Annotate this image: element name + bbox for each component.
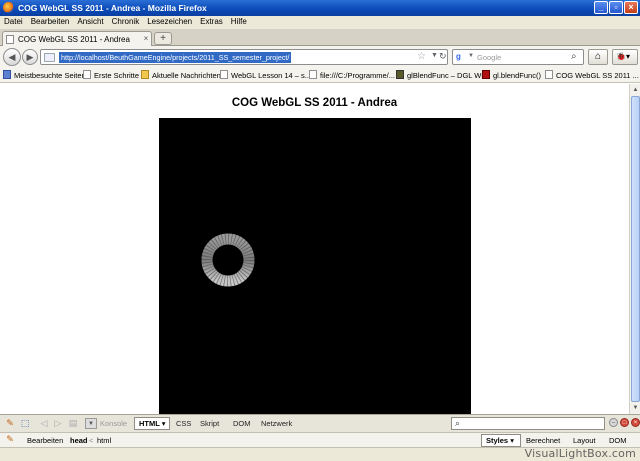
inspect-icon[interactable]: ⬚: [19, 418, 31, 429]
scroll-down-icon[interactable]: ▼: [631, 403, 640, 413]
firebug-icon[interactable]: ✎: [4, 418, 16, 429]
menu-ansicht[interactable]: Ansicht: [73, 16, 107, 26]
menu-chronik[interactable]: Chronik: [108, 16, 144, 26]
url-dropdown-icon[interactable]: ▼: [431, 52, 438, 59]
back-arrow-icon[interactable]: ◁: [38, 418, 50, 429]
webgl-canvas[interactable]: [159, 118, 471, 414]
firefox-icon: [3, 2, 14, 13]
new-tab-button[interactable]: +: [154, 32, 172, 45]
menu-bearbeiten[interactable]: Bearbeiten: [27, 16, 74, 26]
menu-lesezeichen[interactable]: Lesezeichen: [143, 16, 196, 26]
menu-bar: Datei Bearbeiten Ansicht Chronik Lesezeichen…: [0, 16, 640, 29]
tab-html[interactable]: HTML ▾: [134, 417, 170, 430]
menu-icon[interactable]: ▤: [67, 418, 79, 429]
tab-bar: COG WebGL SS 2011 - Andrea × +: [0, 29, 640, 46]
breadcrumb-separator: <: [89, 436, 94, 445]
page-icon: [545, 70, 553, 79]
menu-extras[interactable]: Extras: [196, 16, 227, 26]
side-tab-layout[interactable]: Layout: [573, 435, 596, 446]
navigation-bar: ◀ ▶ http://localhost/BeuthGameEngine/pro…: [0, 46, 640, 68]
dgl-icon: [396, 70, 404, 79]
panel-dropdown-icon[interactable]: ▼: [85, 418, 97, 429]
firebug-toolbar: ✎ ⬚ ◁ ▷ ▤ ▼ Konsole HTML ▾ CSS Skript DO…: [0, 414, 640, 432]
firebug-menu-button[interactable]: 🐞▾: [612, 49, 638, 65]
torus-ring: [201, 233, 255, 287]
minimize-button[interactable]: _: [594, 1, 608, 14]
breadcrumb-html[interactable]: html: [97, 435, 111, 446]
menu-datei[interactable]: Datei: [0, 16, 27, 26]
reload-icon[interactable]: ↻: [439, 51, 447, 62]
forward-button[interactable]: ▶: [22, 49, 38, 65]
search-icon: ⌕: [455, 418, 461, 428]
side-tab-berechnet[interactable]: Berechnet: [526, 435, 560, 446]
close-button[interactable]: ×: [624, 1, 638, 14]
tab-css[interactable]: CSS: [176, 418, 191, 429]
page-title: COG WebGL SS 2011 - Andrea: [231, 97, 398, 109]
bookmark-item[interactable]: gl.blendFunc(): [482, 70, 541, 81]
firebug-search-input[interactable]: ⌕: [451, 417, 605, 430]
search-box[interactable]: g ▼ Google ⌕: [452, 49, 584, 65]
search-engine-dropdown-icon[interactable]: ▼: [468, 53, 474, 59]
search-icon[interactable]: ⌕: [571, 51, 577, 62]
url-bar[interactable]: http://localhost/BeuthGameEngine/project…: [40, 49, 448, 65]
title-bar: COG WebGL SS 2011 - Andrea - Mozilla Fir…: [0, 0, 640, 16]
bookmark-item[interactable]: Meistbesuchte Seiten: [3, 70, 86, 81]
side-tab-dom[interactable]: DOM: [609, 435, 627, 446]
edit-icon[interactable]: ✎: [4, 434, 16, 445]
url-text[interactable]: http://localhost/BeuthGameEngine/project…: [59, 52, 292, 63]
page-icon: [6, 35, 14, 44]
bookmark-item[interactable]: Aktuelle Nachrichten: [141, 70, 221, 81]
tab-netzwerk[interactable]: Netzwerk: [261, 418, 292, 429]
bookmark-star-icon[interactable]: ☆: [417, 51, 426, 62]
tab-active[interactable]: COG WebGL SS 2011 - Andrea ×: [2, 31, 152, 46]
bookmark-item[interactable]: file:///C:/Programme/...: [309, 70, 395, 81]
tab-skript[interactable]: Skript: [200, 418, 219, 429]
bookmark-item[interactable]: COG WebGL SS 2011 ...: [545, 70, 639, 81]
maximize-button[interactable]: ▫: [609, 1, 623, 14]
side-tab-styles[interactable]: Styles ▾: [481, 434, 521, 447]
page-content: COG WebGL SS 2011 - Andrea: [0, 84, 629, 414]
edit-button[interactable]: Bearbeiten: [27, 435, 63, 446]
tab-close-icon[interactable]: ×: [141, 34, 151, 44]
scroll-up-icon[interactable]: ▲: [631, 85, 640, 95]
browser-window: COG WebGL SS 2011 - Andrea - Mozilla Fir…: [0, 0, 640, 461]
opengl-icon: [482, 70, 490, 79]
search-placeholder: Google: [477, 53, 502, 62]
close-firebug-icon[interactable]: ×: [631, 418, 640, 427]
tab-label: COG WebGL SS 2011 - Andrea: [18, 35, 130, 44]
vertical-scrollbar[interactable]: ▲ ▼: [629, 84, 640, 414]
page-icon: [309, 70, 317, 79]
window-title: COG WebGL SS 2011 - Andrea - Mozilla Fir…: [18, 3, 207, 13]
bookmark-folder-icon: [3, 70, 11, 79]
bookmark-item[interactable]: Erste Schritte: [83, 70, 139, 81]
forward-arrow-icon[interactable]: ▷: [52, 418, 64, 429]
bookmarks-toolbar: Meistbesuchte Seiten Erste Schritte Aktu…: [0, 68, 640, 83]
tab-dom[interactable]: DOM: [233, 418, 251, 429]
bookmark-item[interactable]: WebGL Lesson 14 – s...: [220, 70, 311, 81]
site-icon: [44, 53, 55, 62]
bookmark-item[interactable]: glBlendFunc – DGL Wiki: [396, 70, 488, 81]
home-button[interactable]: ⌂: [588, 49, 608, 65]
page-icon: [220, 70, 228, 79]
detach-firebug-icon[interactable]: □: [620, 418, 629, 427]
rss-icon: [141, 70, 149, 79]
menu-hilfe[interactable]: Hilfe: [227, 16, 251, 26]
minimize-firebug-icon[interactable]: –: [609, 418, 618, 427]
firebug-subbar: ✎ Bearbeiten head < html Styles ▾ Berech…: [0, 432, 640, 447]
tab-konsole[interactable]: Konsole: [100, 418, 127, 429]
scroll-thumb[interactable]: [631, 96, 640, 402]
breadcrumb-head[interactable]: head: [70, 435, 88, 446]
rendered-scene: [201, 233, 255, 287]
watermark: VisualLightBox.com: [524, 447, 636, 460]
google-icon[interactable]: g: [456, 52, 467, 63]
page-icon: [83, 70, 91, 79]
back-button[interactable]: ◀: [3, 48, 21, 66]
